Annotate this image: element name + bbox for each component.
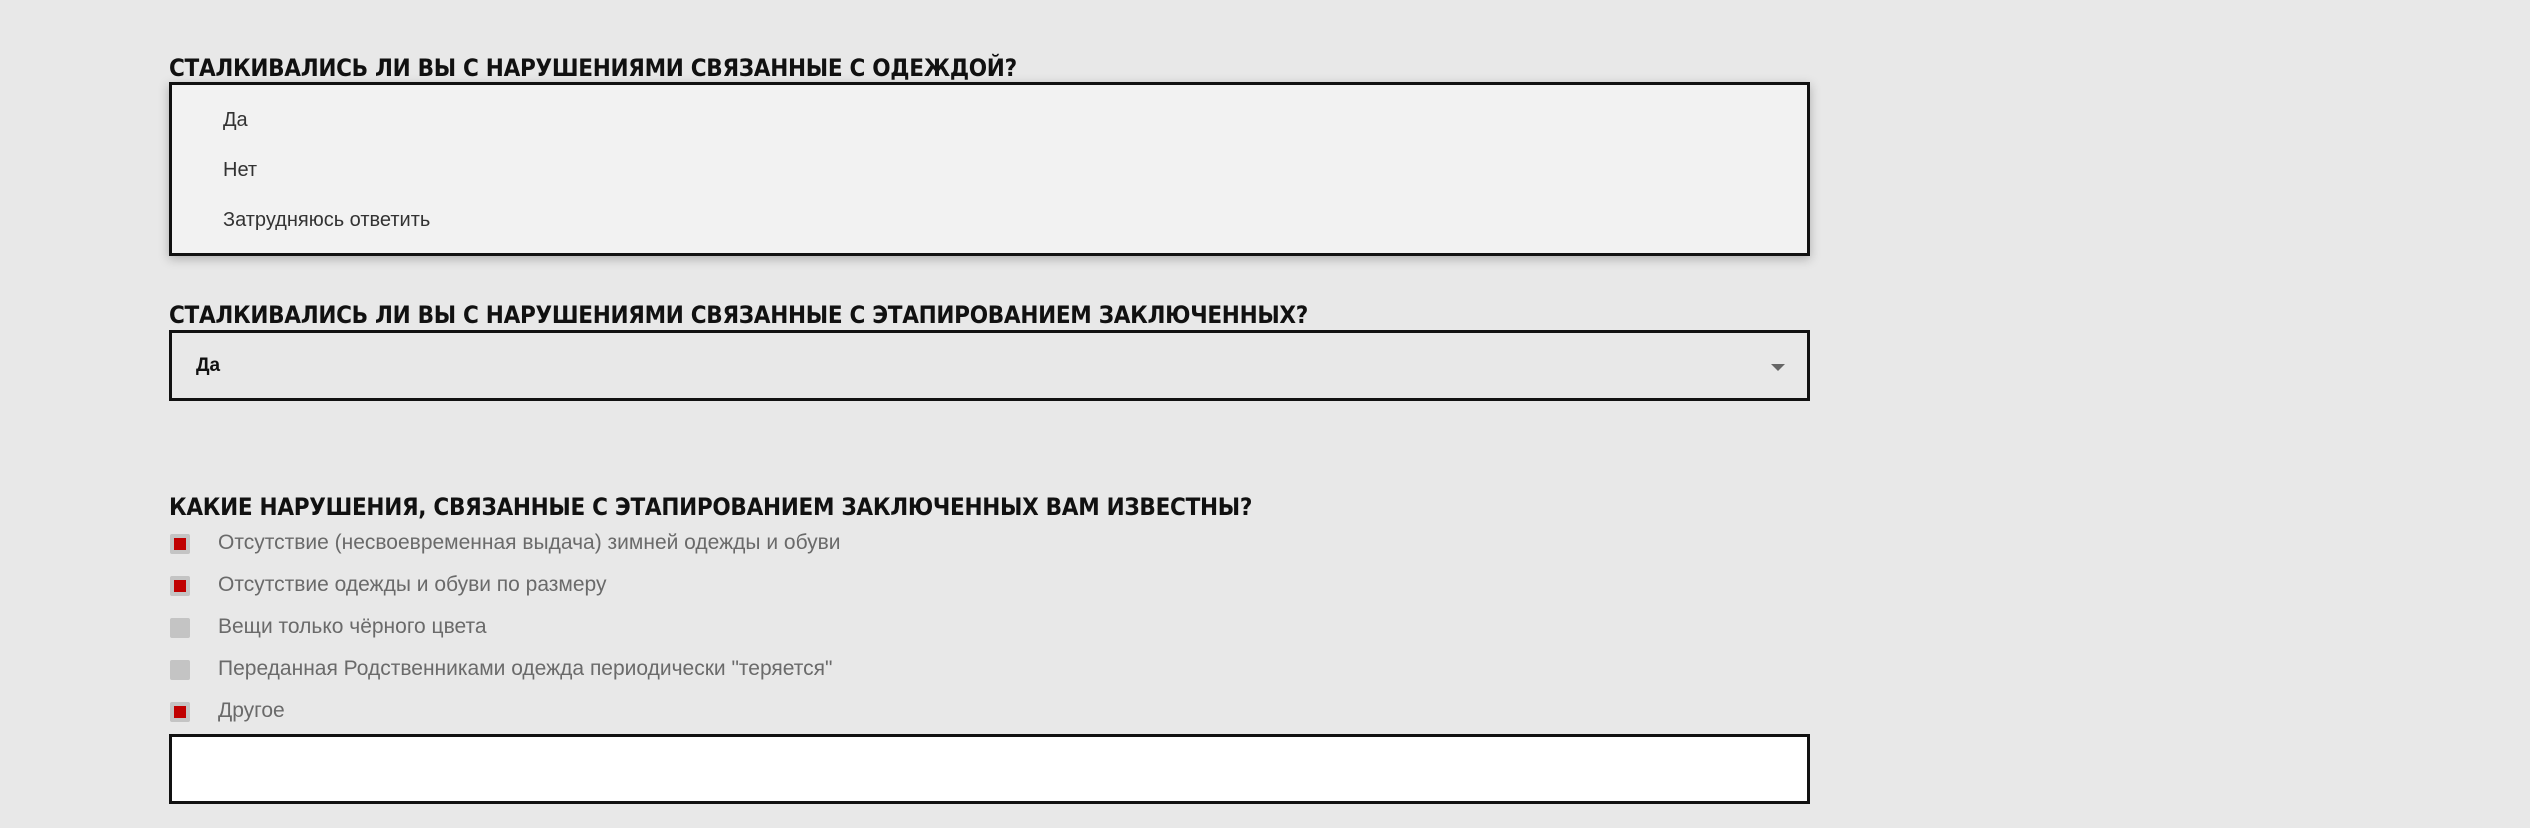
- checkbox-label: Другое: [218, 699, 285, 722]
- checkbox-label: Вещи только чёрного цвета: [218, 615, 487, 638]
- question-3-title: КАКИЕ НАРУШЕНИЯ, СВЯЗАННЫЕ С ЭТАПИРОВАНИ…: [169, 493, 1253, 521]
- checkbox[interactable]: [170, 660, 190, 680]
- checkbox[interactable]: [170, 618, 190, 638]
- dropdown-option-yes[interactable]: Да: [223, 109, 248, 132]
- checkbox[interactable]: [170, 534, 190, 554]
- checkbox[interactable]: [170, 576, 190, 596]
- checkbox-label: Отсутствие одежды и обуви по размеру: [218, 573, 607, 596]
- other-text-input[interactable]: [169, 734, 1810, 804]
- dropdown-option-no[interactable]: Нет: [223, 159, 257, 182]
- checkbox-label: Переданная Родственниками одежда периоди…: [218, 657, 833, 680]
- checkbox[interactable]: [170, 702, 190, 722]
- transfer-violations-select[interactable]: Да: [169, 330, 1810, 401]
- question-1-title: СТАЛКИВАЛИСЬ ЛИ ВЫ С НАРУШЕНИЯМИ СВЯЗАНН…: [169, 54, 1017, 82]
- dropdown-option-hard-to-say[interactable]: Затрудняюсь ответить: [223, 209, 430, 232]
- chevron-down-icon[interactable]: [1771, 364, 1785, 371]
- clothing-violations-dropdown-list[interactable]: Да Нет Затрудняюсь ответить: [169, 82, 1810, 256]
- question-2-title: СТАЛКИВАЛИСЬ ЛИ ВЫ С НАРУШЕНИЯМИ СВЯЗАНН…: [169, 301, 1308, 329]
- checkbox-label: Отсутствие (несвоевременная выдача) зимн…: [218, 531, 841, 554]
- select-value: Да: [196, 355, 221, 376]
